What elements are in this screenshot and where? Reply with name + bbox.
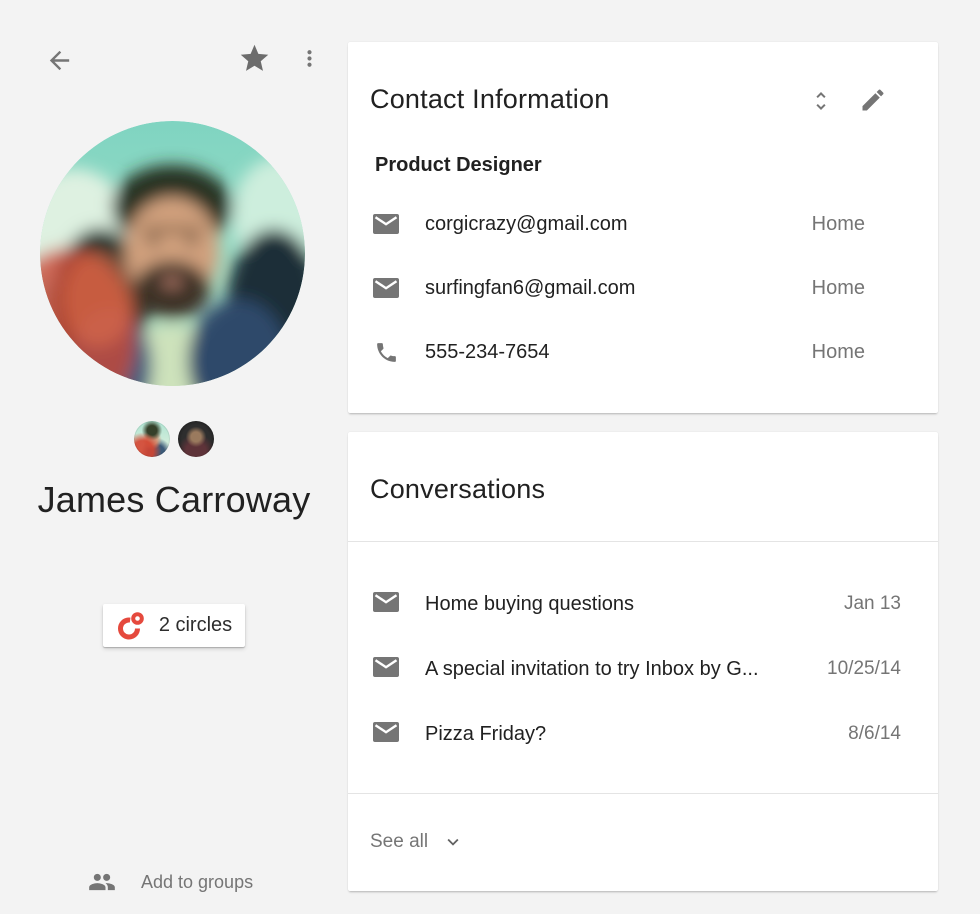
contact-label: Home [812, 277, 865, 300]
contact-row: 555-234-7654 Home [373, 337, 938, 367]
contact-detail-page: James Carroway 2 circles Add to groups C… [0, 0, 980, 914]
more-menu-button[interactable] [297, 46, 322, 71]
edit-button[interactable] [859, 86, 887, 114]
unfold-more-icon [809, 89, 833, 113]
unfold-button[interactable] [809, 89, 833, 113]
conversation-date: 10/25/14 [827, 658, 901, 680]
star-icon [238, 42, 271, 75]
chevron-down-icon [442, 831, 464, 853]
mini-avatar-1[interactable] [134, 421, 170, 457]
conversation-row[interactable]: Pizza Friday? 8/6/14 [373, 719, 938, 749]
email-icon [373, 592, 399, 617]
mini-avatar-row [0, 421, 348, 457]
contact-label: Home [812, 213, 865, 236]
contact-label: Home [812, 341, 865, 364]
email-icon [373, 214, 399, 234]
conversation-subject: A special invitation to try Inbox by G..… [425, 658, 759, 681]
profile-photo-image [40, 121, 305, 386]
more-vert-icon [297, 46, 322, 71]
conversation-row[interactable]: Home buying questions Jan 13 [373, 589, 938, 619]
contact-row: corgicrazy@gmail.com Home [373, 209, 938, 239]
conversation-subject: Pizza Friday? [425, 723, 546, 746]
groups-icon [88, 868, 116, 896]
email-icon [373, 657, 399, 682]
star-button[interactable] [238, 42, 271, 75]
divider [348, 541, 938, 542]
conversation-row[interactable]: A special invitation to try Inbox by G..… [373, 654, 938, 684]
add-to-groups-button[interactable]: Add to groups [88, 868, 253, 896]
contact-row: surfingfan6@gmail.com Home [373, 273, 938, 303]
conversation-date: Jan 13 [844, 593, 901, 615]
contact-value[interactable]: 555-234-7654 [425, 341, 550, 364]
contact-name: James Carroway [0, 479, 348, 521]
conversations-card-title: Conversations [370, 474, 545, 505]
contact-information-card: Contact Information Product Designer cor… [348, 42, 938, 413]
profile-photo [40, 121, 305, 386]
conversations-card: Conversations Home buying questions Jan … [348, 432, 938, 891]
contact-value[interactable]: corgicrazy@gmail.com [425, 213, 628, 236]
phone-icon [373, 340, 399, 365]
conversation-subject: Home buying questions [425, 593, 634, 616]
pencil-icon [859, 86, 887, 114]
circles-button[interactable]: 2 circles [103, 604, 245, 647]
back-button[interactable] [45, 46, 74, 75]
see-all-button[interactable]: See all [370, 828, 464, 856]
see-all-label: See all [370, 831, 428, 853]
circles-button-label: 2 circles [159, 614, 232, 637]
arrow-back-icon [45, 46, 74, 75]
job-title: Product Designer [375, 154, 542, 177]
contact-card-title: Contact Information [370, 84, 609, 115]
mini-avatar-2[interactable] [178, 421, 214, 457]
add-to-groups-label: Add to groups [141, 872, 253, 893]
contact-value[interactable]: surfingfan6@gmail.com [425, 277, 635, 300]
conversation-date: 8/6/14 [848, 723, 901, 745]
email-icon [373, 722, 399, 747]
google-circles-icon [116, 611, 146, 641]
email-icon [373, 278, 399, 298]
divider [348, 793, 938, 794]
